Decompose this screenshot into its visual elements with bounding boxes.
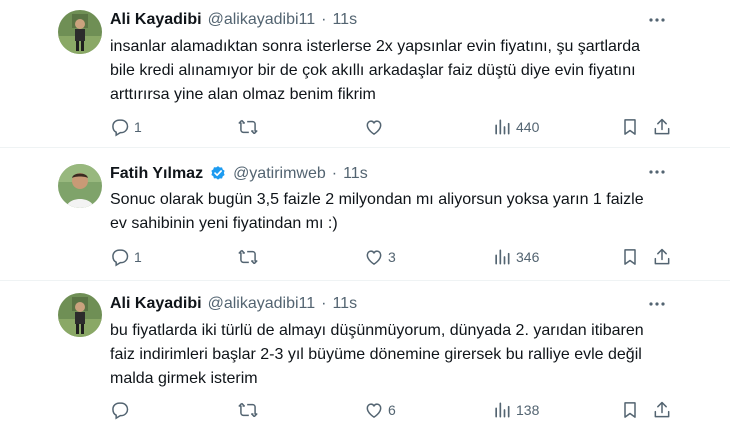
more-icon[interactable]: [646, 9, 668, 31]
bookmark-icon: [624, 119, 636, 135]
tweet-text-line: arttırırsa yine alan olmaz benim fikrim: [110, 86, 376, 103]
tweet-text-line: ev sahibinin yeni fiyatindan mı :): [110, 215, 338, 232]
author-name[interactable]: Ali Kayadibi: [110, 295, 202, 313]
separator-dot: ·: [331, 165, 338, 182]
reply-button[interactable]: 1: [110, 245, 142, 269]
views-count: 346: [516, 249, 540, 265]
avatar[interactable]: [58, 10, 102, 54]
tweet-text-line: faiz indirimleri başlar 2-3 yıl büyüme d…: [110, 346, 642, 363]
avatar[interactable]: [58, 293, 102, 337]
avatar[interactable]: [58, 164, 102, 208]
tweet-header: Ali Kayadibi @alikayadibi11 · 11s: [110, 9, 357, 31]
tweet-text-line: insanlar alamadıktan sonra isterlerse 2x…: [110, 38, 641, 55]
tweet[interactable]: Ali Kayadibi @alikayadibi11 · 11s bu fiy…: [0, 281, 730, 420]
retweet-button[interactable]: [238, 115, 262, 139]
like-button[interactable]: [364, 115, 388, 139]
retweet-button[interactable]: [238, 245, 262, 269]
tweet-header: Ali Kayadibi @alikayadibi11 · 11s: [110, 293, 357, 315]
views-button[interactable]: 346: [492, 245, 539, 269]
like-icon: [366, 403, 382, 418]
like-icon: [366, 120, 382, 135]
separator-dot: ·: [321, 11, 327, 28]
views-icon: [495, 402, 510, 418]
more-icon[interactable]: [646, 161, 668, 183]
timestamp[interactable]: 11s: [332, 11, 357, 29]
author-handle[interactable]: @alikayadibi11: [208, 295, 316, 313]
retweet-icon: [238, 249, 258, 265]
views-count: 138: [516, 402, 540, 418]
views-icon: [495, 249, 510, 265]
like-button[interactable]: 6: [364, 398, 396, 422]
views-button[interactable]: 440: [492, 115, 539, 139]
tweet-actions: 1 3 346: [0, 245, 730, 269]
tweet-text: bu fiyatlarda iki türlü de almayı düşünm…: [110, 319, 670, 391]
share-button[interactable]: [652, 115, 672, 139]
tweet-text: insanlar alamadıktan sonra isterlerse 2x…: [110, 35, 670, 107]
timestamp[interactable]: 11s: [343, 165, 368, 183]
tweet-actions: 6 138: [0, 398, 730, 422]
author-handle[interactable]: @yatirimweb: [233, 165, 326, 183]
share-icon: [654, 118, 670, 135]
views-button[interactable]: 138: [492, 398, 539, 422]
tweet-text-line: malda girmek isterim: [110, 370, 258, 387]
reply-button[interactable]: [110, 398, 134, 422]
share-icon: [654, 401, 670, 418]
tweet-header: Fatih Yılmaz @yatirimweb · 11s: [110, 163, 368, 185]
reply-icon: [112, 402, 129, 420]
author-name[interactable]: Ali Kayadibi: [110, 11, 202, 29]
separator-dot: ·: [321, 295, 327, 312]
tweet[interactable]: Ali Kayadibi @alikayadibi11 · 11s insanl…: [0, 0, 730, 148]
retweet-button[interactable]: [238, 398, 262, 422]
like-button[interactable]: 3: [364, 245, 396, 269]
share-icon: [654, 248, 670, 265]
like-count: 6: [388, 402, 396, 418]
reply-icon: [112, 249, 129, 267]
more-icon[interactable]: [646, 293, 668, 315]
bookmark-button[interactable]: [620, 245, 640, 269]
retweet-icon: [238, 402, 258, 418]
reply-count: 1: [134, 119, 142, 135]
share-button[interactable]: [652, 245, 672, 269]
bookmark-icon: [624, 249, 636, 265]
reply-count: 1: [134, 249, 142, 265]
bookmark-button[interactable]: [620, 398, 640, 422]
retweet-icon: [238, 119, 258, 135]
reply-icon: [112, 119, 129, 137]
verified-icon: [211, 166, 225, 180]
views-icon: [495, 119, 510, 135]
tweet-text-line: bu fiyatlarda iki türlü de almayı düşünm…: [110, 322, 644, 339]
timestamp[interactable]: 11s: [332, 295, 357, 313]
tweet-text: Sonuc olarak bugün 3,5 faizle 2 milyonda…: [110, 188, 670, 236]
tweet-text-line: Sonuc olarak bugün 3,5 faizle 2 milyonda…: [110, 191, 644, 208]
tweet-text-line: bile kredi alınamıyor bir de çok akıllı …: [110, 62, 636, 79]
views-count: 440: [516, 119, 540, 135]
reply-button[interactable]: 1: [110, 115, 142, 139]
author-name[interactable]: Fatih Yılmaz: [110, 165, 203, 183]
like-count: 3: [388, 249, 396, 265]
share-button[interactable]: [652, 398, 672, 422]
bookmark-button[interactable]: [620, 115, 640, 139]
bookmark-icon: [624, 402, 636, 418]
tweet[interactable]: Fatih Yılmaz @yatirimweb · 11s Sonuc ola…: [0, 148, 730, 281]
author-handle[interactable]: @alikayadibi11: [208, 11, 316, 29]
tweet-actions: 1 440: [0, 115, 730, 139]
like-icon: [366, 250, 382, 265]
